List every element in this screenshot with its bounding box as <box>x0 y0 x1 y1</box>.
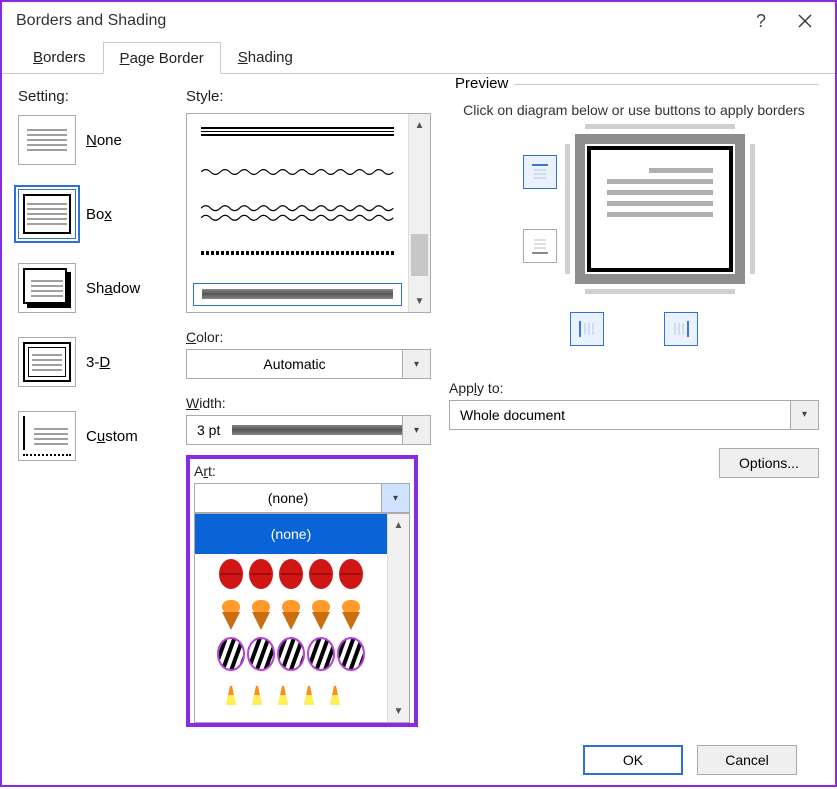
art-scrollbar[interactable]: ▲ ▼ <box>387 514 409 722</box>
scroll-up-icon[interactable]: ▲ <box>388 514 409 536</box>
setting-shadow[interactable]: Shadow <box>18 263 178 313</box>
style-option-thick-gradient[interactable] <box>193 283 402 306</box>
art-value: (none) <box>194 483 382 513</box>
border-top-button[interactable] <box>523 155 557 189</box>
tab-page-border[interactable]: Page Border <box>103 42 221 74</box>
art-label: Art: <box>194 463 410 479</box>
preview-diagram[interactable] <box>575 134 745 284</box>
setting-label: Setting: <box>18 88 178 105</box>
width-sample-icon <box>232 425 402 435</box>
scroll-down-icon[interactable]: ▼ <box>409 290 430 312</box>
art-option-candy-corn[interactable] <box>195 674 387 714</box>
tab-borders[interactable]: Borders <box>16 41 103 73</box>
scroll-up-icon[interactable]: ▲ <box>409 114 430 136</box>
art-option-apples[interactable] <box>195 554 387 594</box>
art-option-zebra[interactable] <box>195 634 387 674</box>
style-listbox[interactable]: ▲ ▼ <box>186 113 431 313</box>
art-option-icecream[interactable] <box>195 594 387 634</box>
width-dropdown[interactable]: 3 pt ▾ <box>186 415 431 445</box>
setting-none[interactable]: None <box>18 115 178 165</box>
cancel-button[interactable]: Cancel <box>697 745 797 775</box>
border-left-button[interactable] <box>570 312 604 346</box>
ok-button[interactable]: OK <box>583 745 683 775</box>
art-dropdown[interactable]: (none) ▾ <box>194 483 410 513</box>
color-dropdown[interactable]: Automatic ▾ <box>186 349 431 379</box>
style-option-zigzag-double[interactable] <box>193 201 402 224</box>
close-button[interactable] <box>783 5 827 37</box>
options-button[interactable]: Options... <box>719 448 819 478</box>
close-icon <box>798 14 812 28</box>
setting-box[interactable]: Box <box>18 189 178 239</box>
art-dropdown-list[interactable]: (none) <box>194 513 410 723</box>
art-option-none[interactable]: (none) <box>195 514 387 554</box>
style-option-zigzag[interactable] <box>193 161 402 184</box>
tab-bar: Borders Page Border Shading <box>2 40 835 74</box>
width-label: Width: <box>186 395 431 411</box>
applyto-value: Whole document <box>449 400 791 430</box>
chevron-down-icon[interactable]: ▾ <box>791 400 819 430</box>
preview-label: Preview <box>449 75 514 92</box>
style-option-dash-heavy[interactable] <box>193 242 402 265</box>
setting-custom[interactable]: Custom <box>18 411 178 461</box>
dialog-title: Borders and Shading <box>16 12 166 30</box>
tab-shading[interactable]: Shading <box>221 41 310 73</box>
chevron-down-icon[interactable]: ▾ <box>403 349 431 379</box>
scroll-down-icon[interactable]: ▼ <box>388 700 409 722</box>
style-label: Style: <box>186 88 431 105</box>
applyto-dropdown[interactable]: Whole document ▾ <box>449 400 819 430</box>
style-scrollbar[interactable]: ▲ ▼ <box>408 114 430 312</box>
preview-hint: Click on diagram below or use buttons to… <box>463 101 805 120</box>
chevron-down-icon[interactable]: ▾ <box>382 483 410 513</box>
color-value: Automatic <box>186 349 403 379</box>
border-right-button[interactable] <box>664 312 698 346</box>
color-label: Color: <box>186 329 431 345</box>
setting-3d[interactable]: 3-D <box>18 337 178 387</box>
applyto-label: Apply to: <box>449 380 819 396</box>
scroll-thumb[interactable] <box>411 234 428 276</box>
style-option-triple-line[interactable] <box>193 120 402 143</box>
border-bottom-button[interactable] <box>523 229 557 263</box>
width-value: 3 pt <box>197 422 220 438</box>
chevron-down-icon[interactable]: ▾ <box>403 415 431 445</box>
help-button[interactable]: ? <box>739 5 783 37</box>
